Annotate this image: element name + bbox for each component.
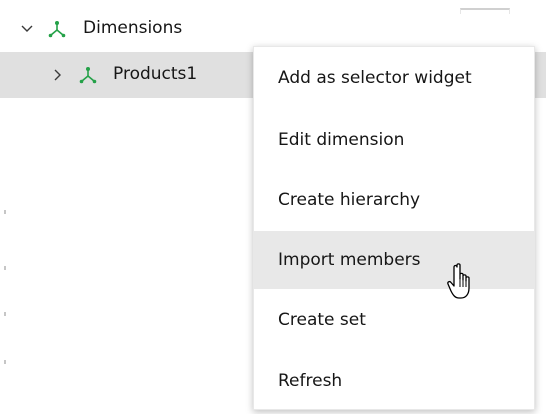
menu-item-create-set[interactable]: Create set <box>254 291 534 349</box>
menu-item-refresh[interactable]: Refresh <box>254 352 534 410</box>
scroll-tick <box>4 312 6 316</box>
hierarchy-icon <box>79 67 97 84</box>
scroll-tick <box>4 210 6 214</box>
menu-item-edit-dimension[interactable]: Edit dimension <box>254 111 534 169</box>
hierarchy-icon <box>48 21 66 38</box>
chevron-down-icon[interactable] <box>20 22 34 36</box>
scroll-tick <box>4 360 6 364</box>
menu-item-add-as-selector-widget[interactable]: Add as selector widget <box>254 49 534 107</box>
scroll-tick <box>4 266 6 270</box>
menu-item-create-hierarchy[interactable]: Create hierarchy <box>254 171 534 229</box>
chevron-right-icon[interactable] <box>51 68 65 82</box>
menu-item-import-members[interactable]: Import members <box>254 231 534 289</box>
hand-pointer-icon <box>447 263 470 299</box>
context-menu: Add as selector widget Edit dimension Cr… <box>253 46 535 410</box>
tree-label-products1: Products1 <box>113 64 198 84</box>
tree-label-dimensions: Dimensions <box>83 18 183 38</box>
panel-tab-indicator <box>460 8 510 14</box>
